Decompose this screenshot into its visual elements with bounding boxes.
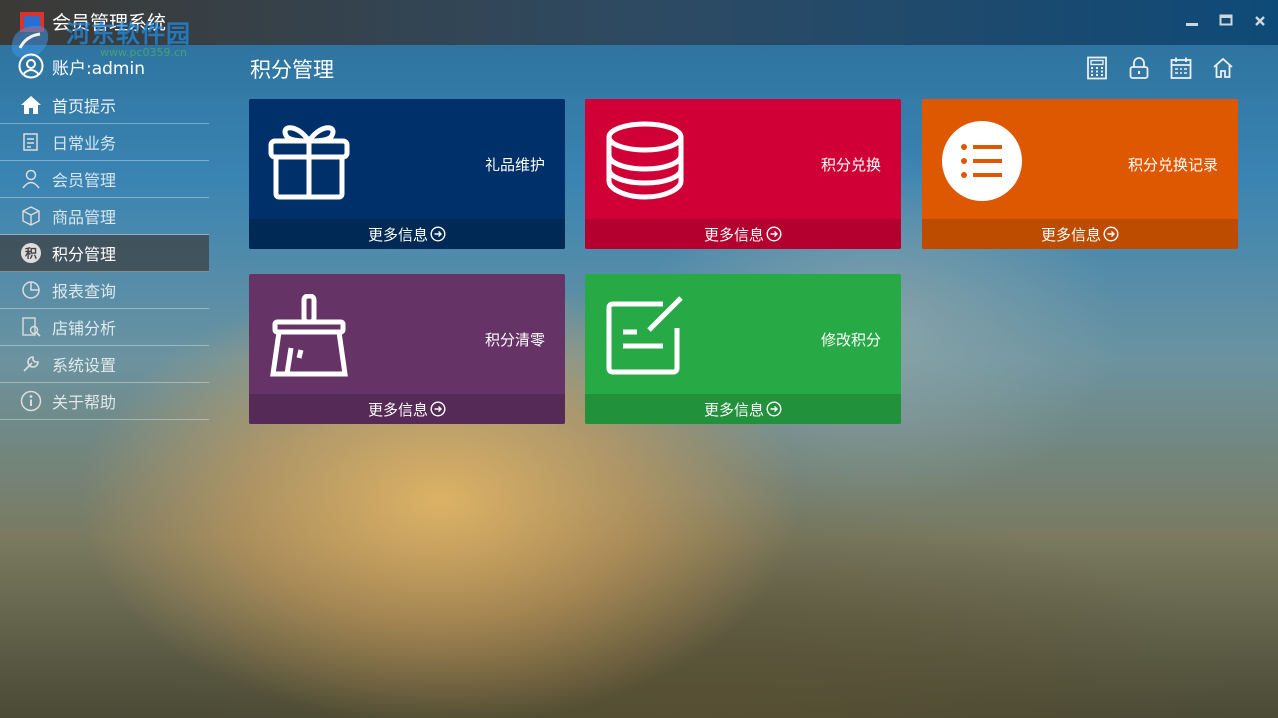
document-search-icon bbox=[20, 316, 42, 338]
arrow-circle-icon bbox=[766, 401, 782, 417]
sidebar-item-products[interactable]: 商品管理 bbox=[0, 198, 209, 235]
more-info-label: 更多信息 bbox=[367, 225, 428, 244]
sidebar-item-label: 首页提示 bbox=[52, 97, 117, 116]
more-info-link[interactable]: 更多信息 bbox=[249, 219, 565, 249]
home-icon[interactable] bbox=[1212, 56, 1234, 80]
sidebar-item-points[interactable]: 积 积分管理 bbox=[0, 235, 209, 272]
notepad-icon bbox=[20, 131, 42, 153]
points-icon: 积 bbox=[20, 242, 42, 264]
calculator-icon[interactable] bbox=[1086, 56, 1108, 80]
toolbar bbox=[1086, 56, 1234, 80]
broom-icon bbox=[270, 294, 348, 377]
title-bar: 会员管理系统 河东软件园 www.pc0359.cn bbox=[0, 0, 1278, 59]
info-icon bbox=[20, 390, 42, 412]
sidebar-item-settings[interactable]: 系统设置 bbox=[0, 346, 209, 383]
gift-icon bbox=[268, 125, 350, 200]
database-icon bbox=[606, 121, 684, 200]
sidebar: 账户:admin 首页提示 日常业务 会员管理 商品管理 积 积分管理 报表查询… bbox=[0, 45, 209, 420]
sidebar-item-help[interactable]: 关于帮助 bbox=[0, 383, 209, 420]
more-info-label: 更多信息 bbox=[367, 400, 428, 419]
lock-icon[interactable] bbox=[1128, 56, 1150, 80]
arrow-circle-icon bbox=[766, 226, 782, 242]
wrench-icon bbox=[20, 353, 42, 375]
tile-label: 积分清零 bbox=[484, 331, 545, 349]
more-info-label: 更多信息 bbox=[703, 225, 764, 244]
avatar-icon bbox=[18, 53, 44, 79]
more-info-label: 更多信息 bbox=[1040, 225, 1101, 244]
tile-points-reset[interactable]: 积分清零 更多信息 bbox=[249, 274, 565, 424]
more-info-link[interactable]: 更多信息 bbox=[249, 394, 565, 424]
watermark-text: 河东软件园 bbox=[66, 20, 191, 48]
arrow-circle-icon bbox=[430, 226, 446, 242]
sidebar-item-label: 系统设置 bbox=[52, 356, 117, 375]
tile-label: 积分兑换 bbox=[820, 156, 881, 174]
account-label: 账户:admin bbox=[52, 58, 145, 79]
close-icon[interactable] bbox=[1252, 12, 1268, 30]
sidebar-item-label: 商品管理 bbox=[52, 208, 117, 227]
account-info[interactable]: 账户:admin bbox=[0, 45, 209, 87]
sidebar-item-label: 报表查询 bbox=[52, 282, 117, 301]
sidebar-item-label: 积分管理 bbox=[52, 245, 117, 264]
tile-gift-maintenance[interactable]: 礼品维护 更多信息 bbox=[249, 99, 565, 249]
sidebar-item-members[interactable]: 会员管理 bbox=[0, 161, 209, 198]
sidebar-item-home-tips[interactable]: 首页提示 bbox=[0, 87, 209, 124]
more-info-link[interactable]: 更多信息 bbox=[585, 394, 901, 424]
home-icon bbox=[20, 94, 42, 116]
pie-chart-icon bbox=[20, 279, 42, 301]
window-controls bbox=[1184, 12, 1268, 30]
more-info-link[interactable]: 更多信息 bbox=[922, 219, 1238, 249]
more-info-link[interactable]: 更多信息 bbox=[585, 219, 901, 249]
calendar-icon[interactable] bbox=[1170, 56, 1192, 80]
list-icon bbox=[942, 121, 1022, 201]
tile-modify-points[interactable]: 修改积分 更多信息 bbox=[585, 274, 901, 424]
user-icon bbox=[20, 168, 42, 190]
sidebar-item-label: 日常业务 bbox=[52, 134, 117, 153]
sidebar-item-label: 会员管理 bbox=[52, 171, 117, 190]
edit-icon bbox=[606, 296, 683, 375]
sidebar-item-reports[interactable]: 报表查询 bbox=[0, 272, 209, 309]
page-title: 积分管理 bbox=[250, 58, 334, 82]
tile-label: 积分兑换记录 bbox=[1127, 156, 1218, 174]
sidebar-item-daily-business[interactable]: 日常业务 bbox=[0, 124, 209, 161]
arrow-circle-icon bbox=[430, 401, 446, 417]
maximize-icon[interactable] bbox=[1218, 12, 1234, 30]
minimize-icon[interactable] bbox=[1184, 12, 1200, 30]
points-badge-text: 积 bbox=[25, 246, 37, 261]
tile-label: 修改积分 bbox=[820, 331, 881, 349]
sidebar-item-label: 关于帮助 bbox=[52, 393, 117, 412]
sidebar-item-label: 店铺分析 bbox=[52, 319, 117, 338]
arrow-circle-icon bbox=[1103, 226, 1119, 242]
tile-label: 礼品维护 bbox=[484, 156, 545, 174]
tile-points-exchange[interactable]: 积分兑换 更多信息 bbox=[585, 99, 901, 249]
sidebar-item-store-analysis[interactable]: 店铺分析 bbox=[0, 309, 209, 346]
more-info-label: 更多信息 bbox=[703, 400, 764, 419]
tile-exchange-records[interactable]: 积分兑换记录 更多信息 bbox=[922, 99, 1238, 249]
box-icon bbox=[20, 205, 42, 227]
